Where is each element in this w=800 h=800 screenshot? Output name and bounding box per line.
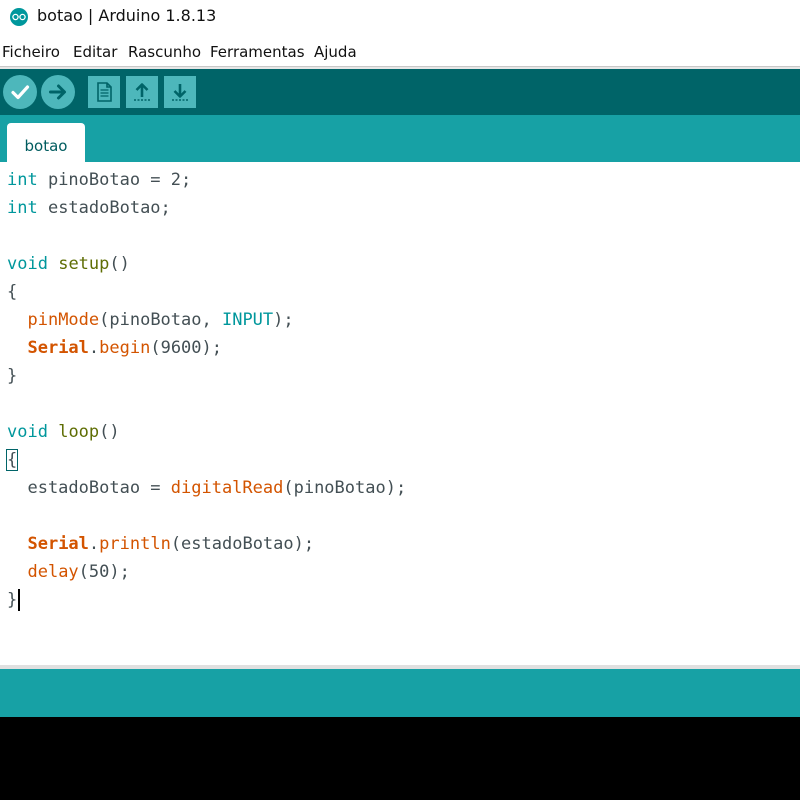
code-line-4: void setup() [7,250,130,278]
arrow-right-icon [49,84,66,100]
tab-bar: botao [0,115,800,162]
code-text: () [109,254,130,274]
open-button[interactable] [126,76,158,108]
constant: INPUT [221,310,274,330]
tab-label: botao [24,137,68,155]
code-text: pinoBotao = 2; [37,170,192,190]
function-call: delay [27,562,79,582]
code-text: estadoBotao = [7,478,171,498]
code-line-16: } [7,586,21,614]
text-cursor [18,589,21,611]
function-call: println [99,534,171,554]
toolbar [0,69,800,115]
code-line-15: delay(50); [7,558,130,586]
menu-ferramentas[interactable]: Ferramentas [210,43,305,61]
arduino-ide-window: botao | Arduino 1.8.13 Ficheiro Editar R… [0,0,800,800]
code-text: ); [273,310,294,330]
upload-button[interactable] [41,75,75,109]
function-call: begin [99,338,151,358]
save-button[interactable] [164,76,196,108]
keyword: int [7,198,38,218]
code-line-5: { [7,278,17,306]
code-line-1: int pinoBotao = 2; [7,166,191,194]
code-line-7: Serial.begin(9600); [7,334,222,362]
code-editor[interactable]: int pinoBotao = 2; int estadoBotao; void… [0,162,800,665]
keyword: void [7,254,48,274]
code-line-6: pinMode(pinoBotao, INPUT); [7,306,294,334]
function-call: pinMode [27,310,100,330]
code-line-14: Serial.println(estadoBotao); [7,530,314,558]
code-text: (9600); [150,338,222,358]
title-bar: botao | Arduino 1.8.13 [0,0,800,36]
function-name: loop [58,422,100,442]
code-line-10: void loop() [7,418,120,446]
code-line-8: } [7,362,17,390]
code-text: (50); [78,562,130,582]
menu-ficheiro[interactable]: Ficheiro [2,43,60,61]
code-text: () [99,422,120,442]
code-line-2: int estadoBotao; [7,194,171,222]
menu-ajuda[interactable]: Ajuda [314,43,357,61]
menu-rascunho[interactable]: Rascunho [128,43,201,61]
function-name: setup [58,254,110,274]
keyword: void [7,422,48,442]
new-sketch-button[interactable] [88,76,120,108]
code-text: . [88,534,100,554]
code-text: (pinoBotao, [99,310,222,330]
arrow-up-icon [134,83,150,101]
tab-botao[interactable]: botao [7,123,85,162]
code-line-12: estadoBotao = digitalRead(pinoBotao); [7,474,406,502]
code-text: (pinoBotao); [283,478,407,498]
object-name: Serial [27,338,89,358]
console-output[interactable] [0,717,800,800]
arrow-down-icon [172,84,188,101]
object-name: Serial [27,534,89,554]
checkmark-icon [11,85,30,100]
arduino-logo-icon [10,8,28,26]
status-bar [0,669,800,717]
menu-bar: Ficheiro Editar Rascunho Ferramentas Aju… [0,36,800,67]
code-line-11: { [5,446,19,474]
verify-button[interactable] [3,75,37,109]
code-text: . [88,338,100,358]
code-text: } [7,590,18,610]
code-text: (estadoBotao); [170,534,315,554]
code-text: estadoBotao; [37,198,171,218]
code-text: { [7,282,18,302]
code-text: } [7,366,18,386]
menu-editar[interactable]: Editar [73,43,117,61]
keyword: int [7,170,38,190]
new-file-icon [97,82,112,102]
function-call: digitalRead [170,478,284,498]
matched-brace: { [5,449,19,471]
window-title: botao | Arduino 1.8.13 [37,6,217,25]
